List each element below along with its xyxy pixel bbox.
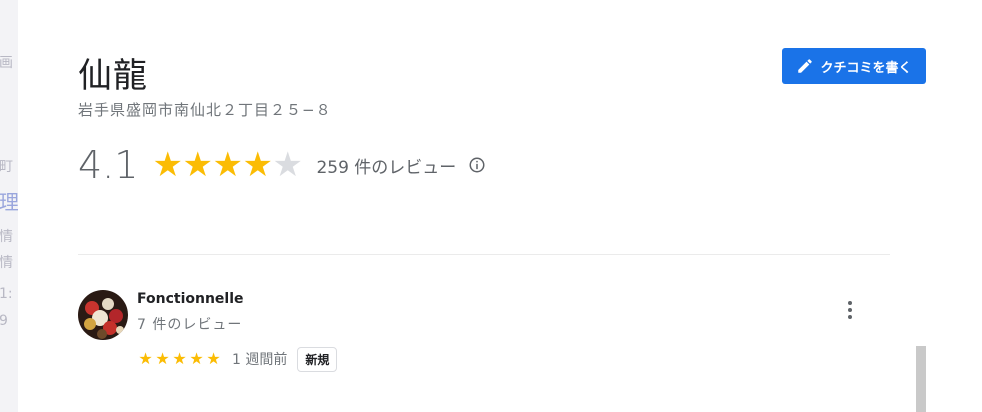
star-icon: ★: [212, 145, 243, 185]
background-page: 画 町 理 情 情 1: 9: [0, 0, 18, 412]
review-date: 1 週間前: [232, 352, 288, 368]
star-icon: ★: [206, 349, 221, 368]
rating-summary: 4.1 ★ ★ ★ ★ ★ 259 件のレビュー: [78, 143, 486, 187]
review-author[interactable]: Fonctionnelle: [137, 291, 244, 307]
info-icon[interactable]: [468, 156, 486, 174]
author-review-count: 7 件のレビュー: [137, 317, 243, 333]
avatar[interactable]: [78, 290, 128, 340]
star-icon: ★: [138, 349, 153, 368]
more-vert-icon[interactable]: [838, 298, 862, 322]
star-icon: ★: [152, 145, 183, 185]
scrollbar[interactable]: [916, 346, 926, 412]
place-title: 仙龍: [78, 56, 148, 96]
star-icon: ★: [272, 145, 303, 185]
bg-text-fragment: 画: [0, 55, 13, 71]
bg-text-fragment: 町: [0, 159, 13, 175]
write-review-label: クチコミを書く: [820, 60, 912, 76]
rating-stars: ★ ★ ★ ★ ★: [152, 148, 302, 182]
pencil-icon: [798, 59, 813, 73]
star-icon: ★: [172, 349, 187, 368]
bg-text-fragment: 情: [0, 255, 13, 271]
new-badge: 新規: [297, 346, 338, 372]
bg-text-fragment: 理: [0, 190, 18, 214]
review-count: 259 件のレビュー: [316, 157, 457, 178]
rating-value: 4.1: [78, 143, 139, 187]
avatar-photo: [78, 290, 128, 340]
bg-text-fragment: 1:: [0, 286, 13, 302]
review-stars: ★ ★ ★ ★ ★: [137, 351, 222, 367]
place-address: 岩手県盛岡市南仙北２丁目２５−８: [78, 101, 332, 119]
divider: [78, 254, 890, 255]
write-review-button[interactable]: クチコミを書く: [782, 48, 926, 84]
star-icon: ★: [182, 145, 213, 185]
star-icon: ★: [189, 349, 204, 368]
bg-text-fragment: 9: [0, 313, 8, 329]
review-meta: ★ ★ ★ ★ ★ 1 週間前 新規: [137, 346, 338, 372]
star-icon: ★: [155, 349, 170, 368]
bg-text-fragment: 情: [0, 229, 13, 245]
reviews-dialog: 仙龍 岩手県盛岡市南仙北２丁目２５−８ クチコミを書く 4.1 ★ ★ ★ ★ …: [18, 0, 982, 412]
star-icon: ★: [242, 145, 273, 185]
